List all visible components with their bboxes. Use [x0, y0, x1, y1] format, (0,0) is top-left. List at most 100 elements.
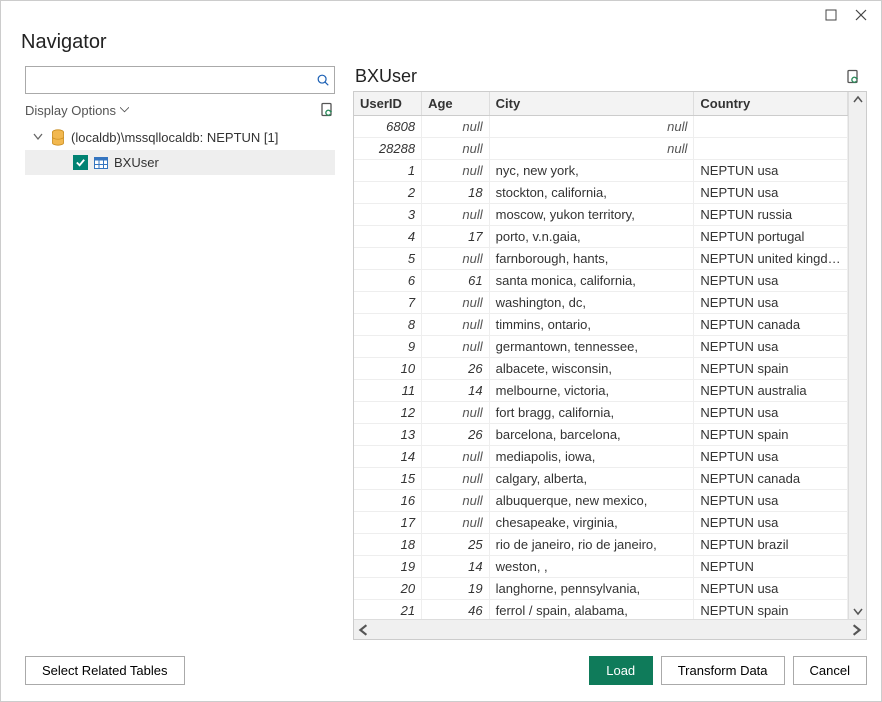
table-row[interactable]: 8nulltimmins, ontario,NEPTUN canada: [354, 314, 848, 336]
horizontal-scrollbar[interactable]: [354, 619, 866, 639]
scroll-down-icon[interactable]: [850, 603, 866, 619]
column-header[interactable]: Country: [694, 92, 848, 116]
vertical-scrollbar[interactable]: [848, 92, 866, 619]
cell-userid: 10: [354, 358, 422, 380]
table-row[interactable]: 28288nullnull: [354, 138, 848, 160]
cell-userid: 15: [354, 468, 422, 490]
tree-database-node[interactable]: (localdb)\mssqllocaldb: NEPTUN [1]: [25, 124, 335, 150]
table-row[interactable]: 1026albacete, wisconsin,NEPTUN spain: [354, 358, 848, 380]
table-row[interactable]: 12nullfort bragg, california,NEPTUN usa: [354, 402, 848, 424]
table-row[interactable]: 1114melbourne, victoria,NEPTUN australia: [354, 380, 848, 402]
select-related-tables-button[interactable]: Select Related Tables: [25, 656, 185, 685]
table-row[interactable]: 16nullalbuquerque, new mexico,NEPTUN usa: [354, 490, 848, 512]
dialog-buttons: Select Related Tables Load Transform Dat…: [1, 640, 881, 701]
close-icon[interactable]: [855, 9, 869, 23]
cell-age: null: [422, 468, 490, 490]
search-input[interactable]: [26, 67, 312, 93]
cell-city: timmins, ontario,: [489, 314, 694, 336]
table-row[interactable]: 1nullnyc, new york,NEPTUN usa: [354, 160, 848, 182]
scroll-left-icon[interactable]: [356, 622, 372, 638]
cell-country: NEPTUN spain: [694, 424, 848, 446]
table-row[interactable]: 2146ferrol / spain, alabama,NEPTUN spain: [354, 600, 848, 620]
cell-age: null: [422, 160, 490, 182]
table-row[interactable]: 1326barcelona, barcelona,NEPTUN spain: [354, 424, 848, 446]
table-row[interactable]: 6808nullnull: [354, 116, 848, 138]
cell-country: NEPTUN usa: [694, 578, 848, 600]
table-row[interactable]: 3nullmoscow, yukon territory,NEPTUN russ…: [354, 204, 848, 226]
tree-table-label: BXUser: [114, 155, 159, 170]
preview-refresh-icon[interactable]: [845, 69, 861, 85]
cell-userid: 18: [354, 534, 422, 556]
cell-city: germantown, tennessee,: [489, 336, 694, 358]
transform-data-button[interactable]: Transform Data: [661, 656, 785, 685]
cell-userid: 17: [354, 512, 422, 534]
cell-city: fort bragg, california,: [489, 402, 694, 424]
cell-age: 19: [422, 578, 490, 600]
column-header[interactable]: Age: [422, 92, 490, 116]
cell-city: langhorne, pennsylvania,: [489, 578, 694, 600]
cell-userid: 28288: [354, 138, 422, 160]
cancel-button[interactable]: Cancel: [793, 656, 867, 685]
navigator-tree-panel: Display Options: [25, 66, 335, 640]
cell-country: NEPTUN: [694, 556, 848, 578]
preview-title: BXUser: [355, 66, 417, 87]
load-button[interactable]: Load: [589, 656, 653, 685]
search-field[interactable]: [25, 66, 335, 94]
table-row[interactable]: 5nullfarnborough, hants,NEPTUN united ki…: [354, 248, 848, 270]
table-header-row: UserIDAgeCityCountry: [354, 92, 848, 116]
column-header[interactable]: City: [489, 92, 694, 116]
cell-city: santa monica, california,: [489, 270, 694, 292]
table-row[interactable]: 218stockton, california,NEPTUN usa: [354, 182, 848, 204]
cell-userid: 3: [354, 204, 422, 226]
scroll-right-icon[interactable]: [848, 622, 864, 638]
cell-country: [694, 116, 848, 138]
search-icon[interactable]: [312, 67, 334, 93]
scroll-up-icon[interactable]: [850, 92, 866, 108]
database-icon: [51, 129, 65, 145]
cell-age: 25: [422, 534, 490, 556]
preview-panel: BXUser UserIDAgeCityCountry 68: [353, 66, 867, 640]
cell-city: nyc, new york,: [489, 160, 694, 182]
table-row[interactable]: 417porto, v.n.gaia,NEPTUN portugal: [354, 226, 848, 248]
table-row[interactable]: 15nullcalgary, alberta,NEPTUN canada: [354, 468, 848, 490]
table-row[interactable]: 7nullwashington, dc,NEPTUN usa: [354, 292, 848, 314]
tree-checkbox[interactable]: [73, 155, 88, 170]
cell-country: NEPTUN usa: [694, 336, 848, 358]
cell-city: albuquerque, new mexico,: [489, 490, 694, 512]
table-row[interactable]: 14nullmediapolis, iowa,NEPTUN usa: [354, 446, 848, 468]
table-row[interactable]: 9nullgermantown, tennessee,NEPTUN usa: [354, 336, 848, 358]
cell-age: null: [422, 138, 490, 160]
cell-city: porto, v.n.gaia,: [489, 226, 694, 248]
cell-country: NEPTUN usa: [694, 490, 848, 512]
tree-table-node[interactable]: BXUser: [25, 150, 335, 175]
table-row[interactable]: 1825rio de janeiro, rio de janeiro,NEPTU…: [354, 534, 848, 556]
column-header[interactable]: UserID: [354, 92, 422, 116]
cell-city: albacete, wisconsin,: [489, 358, 694, 380]
table-row[interactable]: 661santa monica, california,NEPTUN usa: [354, 270, 848, 292]
table-row[interactable]: 17nullchesapeake, virginia,NEPTUN usa: [354, 512, 848, 534]
cell-country: NEPTUN united kingdom: [694, 248, 848, 270]
cell-city: chesapeake, virginia,: [489, 512, 694, 534]
collapse-icon[interactable]: [33, 130, 45, 145]
titlebar: [1, 1, 881, 23]
cell-city: washington, dc,: [489, 292, 694, 314]
cell-age: 26: [422, 424, 490, 446]
cell-age: 17: [422, 226, 490, 248]
navigator-dialog: Navigator Display Options: [0, 0, 882, 702]
cell-userid: 20: [354, 578, 422, 600]
preview-table: UserIDAgeCityCountry 6808nullnull28288nu…: [354, 92, 848, 619]
maximize-icon[interactable]: [825, 9, 839, 23]
cell-country: NEPTUN canada: [694, 468, 848, 490]
cell-userid: 8: [354, 314, 422, 336]
table-row[interactable]: 1914weston, ,NEPTUN: [354, 556, 848, 578]
display-options-dropdown[interactable]: Display Options: [25, 103, 129, 118]
table-row[interactable]: 2019langhorne, pennsylvania,NEPTUN usa: [354, 578, 848, 600]
cell-userid: 11: [354, 380, 422, 402]
chevron-down-icon: [120, 107, 129, 113]
refresh-icon[interactable]: [319, 102, 335, 118]
cell-country: NEPTUN usa: [694, 402, 848, 424]
cell-country: NEPTUN usa: [694, 270, 848, 292]
cell-country: NEPTUN australia: [694, 380, 848, 402]
cell-age: 14: [422, 380, 490, 402]
cell-age: null: [422, 292, 490, 314]
